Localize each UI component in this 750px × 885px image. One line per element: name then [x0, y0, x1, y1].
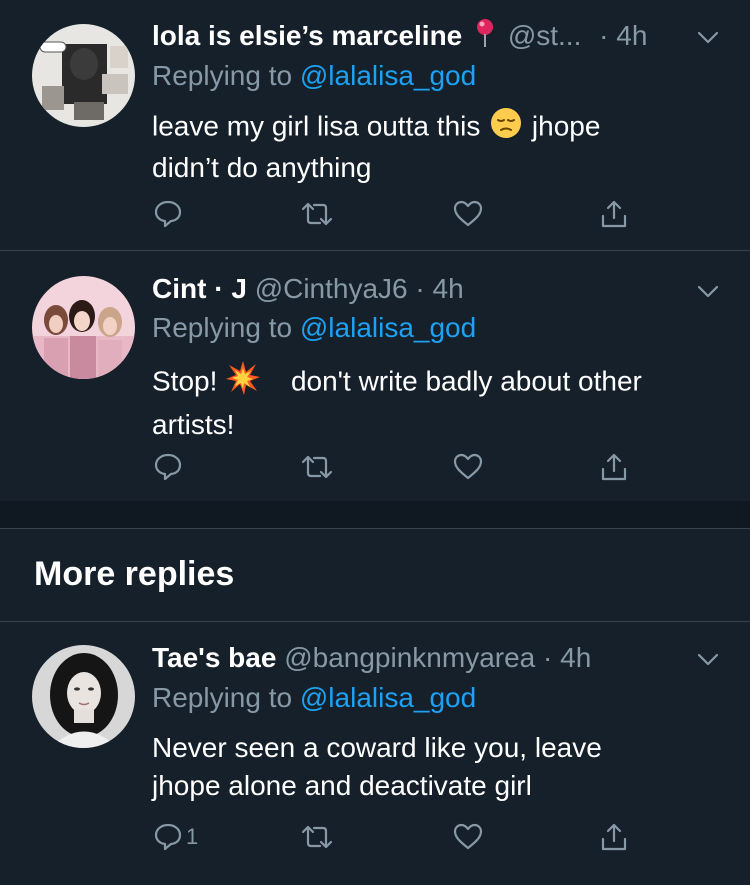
- section-spacer: [0, 501, 750, 528]
- group-photo-avatar-image: [32, 276, 135, 379]
- share-icon: [601, 200, 627, 228]
- tweet-actions: [152, 449, 652, 489]
- tweet-text-line: jhope alone and deactivate girl: [152, 770, 532, 801]
- reply-count: 1: [186, 824, 199, 849]
- avatar[interactable]: [32, 276, 135, 379]
- retweet-button[interactable]: [300, 196, 334, 232]
- reply-icon: [154, 823, 182, 851]
- timestamp[interactable]: · 4h: [599, 20, 647, 51]
- chevron-down-icon[interactable]: [696, 647, 720, 671]
- share-button[interactable]: [598, 196, 630, 232]
- replying-prefix: Replying to: [152, 682, 300, 713]
- chevron-down-icon[interactable]: [696, 25, 720, 49]
- avatar[interactable]: [32, 645, 135, 748]
- replying-prefix: Replying to: [152, 312, 300, 343]
- tweet-text-line: artists!: [152, 409, 235, 440]
- portrait-avatar-image: [32, 645, 135, 748]
- like-icon: [453, 200, 483, 227]
- reply-button[interactable]: [152, 196, 186, 232]
- tweet-header: lola is elsie’s marceline @st... · 4h: [152, 18, 730, 54]
- tweet[interactable]: Tae's bae @bangpinknmyarea · 4h Replying…: [0, 622, 750, 885]
- tweet-text: leave my girl lisa outta this jhope didn…: [152, 107, 712, 187]
- share-button[interactable]: [598, 819, 630, 855]
- tweet-text-part: jhope: [531, 110, 601, 142]
- handle[interactable]: @CinthyaJ6: [255, 273, 408, 304]
- retweet-icon: [301, 455, 333, 479]
- round-pushpin-emoji: [474, 18, 496, 54]
- retweet-icon: [301, 202, 333, 226]
- reply-thread: lola is elsie’s marceline @st... · 4h Re…: [0, 0, 750, 885]
- tweet-text: Never seen a coward like you, leave jhop…: [152, 729, 712, 805]
- tweet-text-part: leave my girl lisa outta this: [152, 110, 481, 142]
- mention-link[interactable]: @lalalisa_god: [300, 682, 476, 713]
- share-icon: [601, 823, 627, 851]
- more-replies-heading: More replies: [34, 555, 235, 593]
- tweet-actions: [152, 196, 652, 236]
- replying-to: Replying to @lalalisa_god: [152, 310, 476, 346]
- reply-icon: [154, 200, 182, 228]
- like-button[interactable]: [452, 819, 484, 855]
- tweet-actions: 1: [152, 819, 652, 859]
- tweet-text-line: Never seen a coward like you, leave: [152, 732, 602, 763]
- reply-button[interactable]: [152, 449, 186, 485]
- handle[interactable]: @bangpinknmyarea: [284, 642, 535, 673]
- collision-emoji: [225, 360, 261, 406]
- like-icon: [453, 823, 483, 850]
- display-name[interactable]: lola is elsie’s marceline: [152, 20, 462, 51]
- reply-icon: [154, 453, 182, 481]
- tweet[interactable]: Cint · J @CinthyaJ6 · 4h Replying to @la…: [0, 251, 750, 501]
- share-icon: [601, 453, 627, 481]
- like-button[interactable]: [452, 449, 484, 485]
- chevron-down-icon[interactable]: [696, 279, 720, 303]
- mention-link[interactable]: @lalalisa_god: [300, 60, 476, 91]
- avatar[interactable]: [32, 24, 135, 127]
- tweet-text-part: Stop!: [152, 365, 218, 397]
- collage-avatar-image: [32, 24, 135, 127]
- tweet[interactable]: lola is elsie’s marceline @st... · 4h Re…: [0, 0, 750, 250]
- replying-prefix: Replying to: [152, 60, 300, 91]
- timestamp[interactable]: · 4h: [415, 273, 463, 304]
- mention-link[interactable]: @lalalisa_god: [300, 312, 476, 343]
- replying-to: Replying to @lalalisa_god: [152, 58, 476, 94]
- tweet-header: Tae's bae @bangpinknmyarea · 4h: [152, 640, 730, 676]
- display-name[interactable]: Cint: [152, 273, 206, 304]
- display-name-suffix: · J: [206, 273, 247, 304]
- handle[interactable]: @st...: [508, 20, 582, 51]
- retweet-button[interactable]: [300, 449, 334, 485]
- timestamp[interactable]: · 4h: [543, 642, 591, 673]
- retweet-icon: [301, 825, 333, 849]
- tweet-text: Stop! don't write badly about other arti…: [152, 360, 712, 444]
- divider: [0, 528, 750, 529]
- reply-button[interactable]: 1: [152, 819, 198, 855]
- tweet-text-part: don't write badly about other: [290, 365, 642, 397]
- retweet-button[interactable]: [300, 819, 334, 855]
- display-name[interactable]: Tae's bae: [152, 642, 276, 673]
- tweet-header: Cint · J @CinthyaJ6 · 4h: [152, 271, 730, 307]
- like-icon: [453, 453, 483, 480]
- tweet-text-line: didn’t do anything: [152, 152, 372, 183]
- share-button[interactable]: [598, 449, 630, 485]
- like-button[interactable]: [452, 196, 484, 232]
- replying-to: Replying to @lalalisa_god: [152, 680, 476, 716]
- pensive-face-emoji: [490, 107, 522, 149]
